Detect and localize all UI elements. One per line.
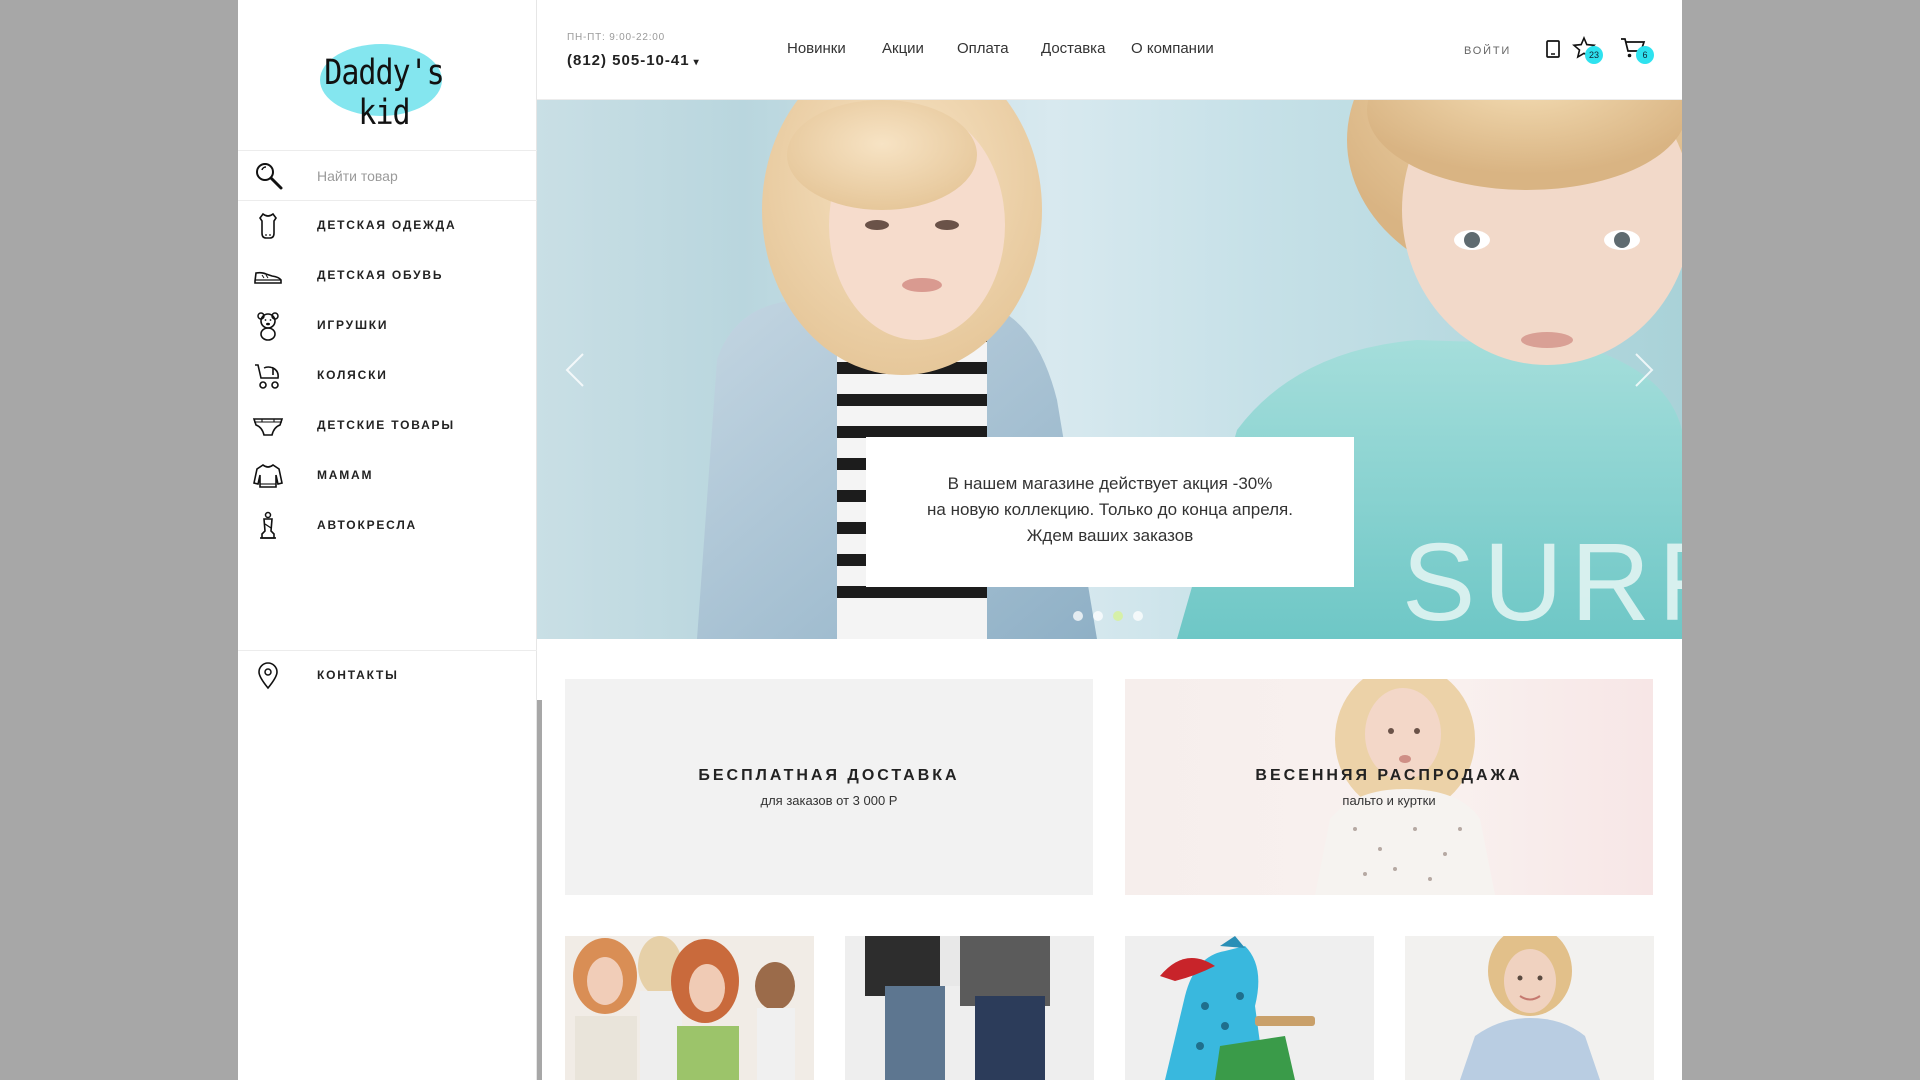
slider-dot[interactable]	[1093, 611, 1103, 621]
phone-number: (812) 505-10-41	[567, 52, 690, 69]
favorites-button[interactable]: 23	[1572, 36, 1606, 66]
sidebar-item-strollers[interactable]: КОЛЯСКИ	[238, 351, 537, 401]
cart-count-badge: 6	[1636, 46, 1654, 64]
spring-sale-banner[interactable]: ВЕСЕННЯЯ РАСПРОДАЖА пальто и куртки	[1125, 679, 1653, 895]
free-delivery-banner[interactable]: БЕСПЛАТНАЯ ДОСТАВКА для заказов от 3 000…	[565, 679, 1093, 895]
product-image	[573, 936, 795, 1080]
slider-next-arrow[interactable]	[1622, 350, 1662, 390]
product-card[interactable]	[565, 936, 814, 1080]
sidebar-item-label: АВТОКРЕСЛА	[317, 518, 418, 532]
slider-dots	[1073, 608, 1153, 626]
sidebar-item-contacts[interactable]: КОНТАКТЫ	[238, 651, 537, 701]
sidebar-item-moms[interactable]: МАМАМ	[238, 451, 537, 501]
sidebar: Daddy's kid ДЕТСКАЯ ОДЕЖДА	[238, 0, 537, 1080]
product-image	[1460, 936, 1600, 1080]
bodysuit-icon	[259, 212, 277, 239]
search-input[interactable]	[317, 164, 517, 188]
work-hours: ПН-ПТ: 9:00-22:00	[567, 32, 666, 43]
sidebar-item-shoes[interactable]: ДЕТСКАЯ ОБУВЬ	[238, 251, 537, 301]
cart-button[interactable]: 6	[1620, 36, 1656, 66]
promo-line: Ждем ваших заказов	[1026, 526, 1194, 545]
product-card[interactable]	[845, 936, 1094, 1080]
slider-prev-arrow[interactable]	[557, 350, 597, 390]
nav-payment[interactable]: Оплата	[957, 40, 1009, 57]
sidebar-gap	[537, 700, 542, 1080]
slider-dot[interactable]	[1073, 611, 1083, 621]
sidebar-item-label: ДЕТСКИЕ ТОВАРЫ	[317, 418, 455, 432]
nav-delivery[interactable]: Доставка	[1041, 40, 1105, 57]
sidebar-item-label: КОНТАКТЫ	[317, 668, 399, 682]
banner-girl-photo	[1315, 679, 1495, 895]
banner-title: ВЕСЕННЯЯ РАСПРОДАЖА	[1255, 767, 1523, 784]
page-frame: Daddy's kid ДЕТСКАЯ ОДЕЖДА	[238, 0, 1682, 1080]
sidebar-item-label: МАМАМ	[317, 468, 374, 482]
stroller-icon	[255, 364, 279, 389]
sidebar-item-clothing[interactable]: ДЕТСКАЯ ОДЕЖДА	[238, 201, 537, 251]
login-link[interactable]: ВОЙТИ	[1464, 45, 1511, 57]
banner-subtitle: пальто и куртки	[1342, 793, 1436, 808]
slider-dot-active[interactable]	[1113, 611, 1123, 621]
header: ПН-ПТ: 9:00-22:00 (812) 505-10-41 ▾ Новин…	[537, 0, 1682, 100]
product-image	[1160, 936, 1315, 1080]
logo[interactable]: Daddy's kid	[312, 44, 456, 133]
promo-message: В нашем магазине действует акция -30% на…	[866, 437, 1354, 587]
diaper-icon	[252, 418, 284, 436]
chevron-down-icon: ▾	[693, 57, 700, 68]
logo-text: Daddy's kid	[324, 52, 444, 134]
car-seat-icon	[260, 511, 276, 539]
teddy-bear-icon	[257, 312, 279, 341]
nav-about[interactable]: О компании	[1131, 40, 1214, 57]
product-image	[865, 936, 1050, 1080]
nav-new[interactable]: Новинки	[787, 40, 846, 57]
location-pin-icon	[258, 662, 278, 690]
product-card[interactable]	[1405, 936, 1654, 1080]
product-card[interactable]	[1125, 936, 1374, 1080]
search-icon[interactable]	[254, 161, 284, 191]
favorites-count-badge: 23	[1585, 46, 1603, 64]
sidebar-item-label: ИГРУШКИ	[317, 318, 389, 332]
promo-line: В нашем магазине действует акция -30%	[947, 474, 1273, 493]
sidebar-item-label: КОЛЯСКИ	[317, 368, 388, 382]
nav-sales[interactable]: Акции	[882, 40, 924, 57]
hero-slider: SURF В нашем магазине действует акция -3…	[537, 100, 1682, 639]
sweater-icon	[253, 464, 283, 488]
shoe-icon	[254, 271, 282, 284]
slider-dot[interactable]	[1133, 611, 1143, 621]
shirt-print: SURF	[1402, 521, 1682, 639]
promo-line: на новую коллекцию. Только до конца апре…	[927, 500, 1293, 519]
sidebar-item-label: ДЕТСКАЯ ОДЕЖДА	[317, 218, 457, 232]
banner-title: БЕСПЛАТНАЯ ДОСТАВКА	[698, 767, 960, 784]
search-bar	[238, 151, 537, 201]
sidebar-item-label: ДЕТСКАЯ ОБУВЬ	[317, 268, 444, 282]
sidebar-item-car-seats[interactable]: АВТОКРЕСЛА	[238, 501, 537, 551]
phone-dropdown[interactable]: (812) 505-10-41 ▾	[567, 52, 700, 69]
tablet-icon[interactable]	[1544, 39, 1562, 61]
sidebar-item-toys[interactable]: ИГРУШКИ	[238, 301, 537, 351]
sidebar-item-baby-goods[interactable]: ДЕТСКИЕ ТОВАРЫ	[238, 401, 537, 451]
banner-subtitle: для заказов от 3 000 Р	[760, 793, 898, 808]
